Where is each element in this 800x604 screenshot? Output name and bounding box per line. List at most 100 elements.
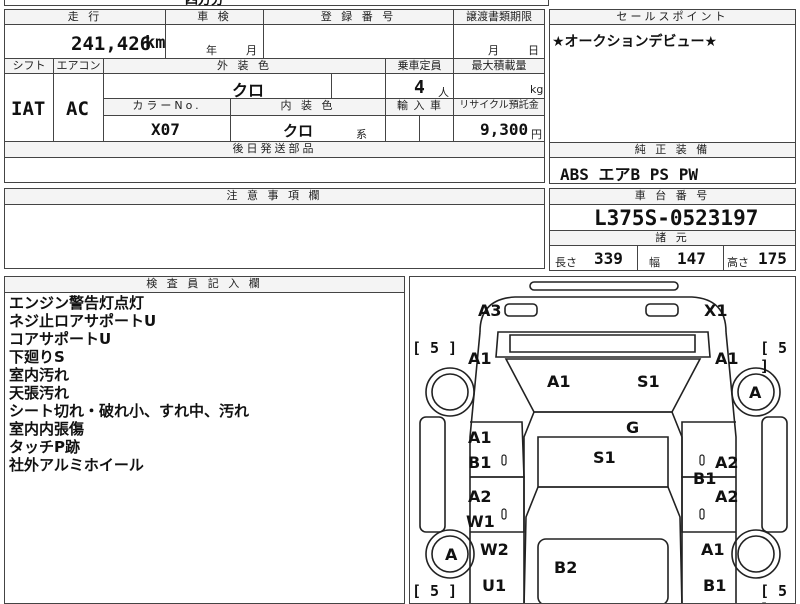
exterior-color-cell: クロ bbox=[103, 73, 332, 100]
tire-count-rr: [ 5 ] bbox=[760, 582, 788, 603]
damage-mark: B1 bbox=[468, 453, 492, 472]
recycle-value: 9,300 bbox=[480, 120, 529, 139]
damage-mark: U1 bbox=[482, 576, 507, 595]
inspector-header: 検 査 員 記 入 欄 bbox=[4, 276, 405, 293]
damage-mark: A1 bbox=[701, 540, 725, 559]
damage-mark: A bbox=[749, 383, 762, 402]
chassis-value: L375S-0523197 bbox=[594, 206, 759, 230]
sales-point-header: セールスポイント bbox=[549, 9, 796, 25]
later-parts-cell bbox=[4, 157, 545, 183]
mileage-value: 241,426 bbox=[71, 33, 152, 55]
mileage-cell: 241,426 km bbox=[4, 24, 166, 59]
exterior-color-extra bbox=[331, 73, 386, 99]
damage-mark: S1 bbox=[637, 372, 660, 391]
remark-item: エンジン警告灯点灯 bbox=[9, 294, 145, 312]
mileage-header: 走 行 bbox=[4, 9, 166, 25]
damage-mark: B1 bbox=[703, 576, 727, 595]
inspection-header: 車 検 bbox=[165, 9, 264, 25]
sales-point-cell: ★オークションデビュー★ bbox=[549, 24, 796, 143]
tire-count-fl: [ 5 ] bbox=[412, 339, 458, 357]
transfer-header: 譲渡書類期限 bbox=[453, 9, 545, 25]
exterior-color-header: 外 装 色 bbox=[103, 58, 386, 74]
interior-color-header: 内 装 色 bbox=[230, 98, 386, 116]
transfer-cell: 月 日 bbox=[453, 24, 545, 59]
spec-height-label: 高さ bbox=[727, 256, 749, 269]
max-load-header: 最大積載量 bbox=[453, 58, 545, 74]
inspection-month-unit: 月 bbox=[246, 44, 257, 57]
damage-mark: A1 bbox=[715, 349, 739, 368]
notes-header: 注 意 事 項 欄 bbox=[4, 188, 545, 205]
inspector-cell: エンジン警告灯点灯 ネジ止ロアサポートU コアサポートU 下廻りS 室内汚れ 天… bbox=[4, 292, 405, 604]
capacity-header: 乗車定員 bbox=[385, 58, 454, 74]
capacity-value: 4 bbox=[414, 77, 425, 98]
damage-mark: A2 bbox=[715, 487, 739, 506]
genuine-equipment-header: 純 正 装 備 bbox=[549, 142, 796, 158]
genuine-equipment-value: ABS エアB PS PW bbox=[560, 165, 698, 184]
transfer-day-unit: 日 bbox=[528, 44, 539, 57]
damage-mark: W2 bbox=[480, 540, 509, 559]
remark-item: タッチP跡 bbox=[9, 438, 80, 456]
aircon-value: AC bbox=[66, 98, 89, 120]
shift-value: IAT bbox=[11, 98, 46, 120]
inspection-year-unit: 年 bbox=[206, 44, 217, 57]
aircon-header: エアコン bbox=[53, 58, 104, 74]
registration-cell bbox=[263, 24, 454, 59]
spec-height: 高さ 175 bbox=[724, 246, 796, 270]
recycle-cell: 9,300 円 bbox=[453, 115, 545, 142]
notes-cell bbox=[4, 204, 545, 269]
aircon-cell: AC bbox=[53, 73, 104, 142]
tire-count-fr: [ 5 ] bbox=[760, 339, 788, 375]
registration-header: 登 録 番 号 bbox=[263, 9, 454, 25]
damage-mark: B1 bbox=[693, 469, 717, 488]
remark-item: 社外アルミホイール bbox=[9, 456, 144, 474]
top-partial-text: 四方分 bbox=[185, 0, 225, 8]
inspection-cell: 年 月 bbox=[165, 24, 264, 59]
inspector-remarks-list: エンジン警告灯点灯 ネジ止ロアサポートU コアサポートU 下廻りS 室内汚れ 天… bbox=[9, 294, 249, 474]
damage-mark: B2 bbox=[554, 558, 578, 577]
spec-height-value: 175 bbox=[758, 249, 787, 268]
import-cell-left bbox=[385, 115, 420, 142]
remark-item: ネジ止ロアサポートU bbox=[9, 312, 157, 330]
remark-item: 室内汚れ bbox=[9, 366, 70, 384]
chassis-cell: L375S-0523197 bbox=[549, 204, 796, 231]
damage-mark: A2 bbox=[468, 487, 492, 506]
remark-item: コアサポートU bbox=[9, 330, 112, 348]
chassis-header: 車 台 番 号 bbox=[549, 188, 796, 205]
damage-mark: W1 bbox=[466, 512, 495, 531]
damage-mark: A bbox=[445, 545, 458, 564]
shift-header: シフト bbox=[4, 58, 54, 74]
capacity-cell: 4 人 bbox=[385, 73, 454, 99]
remark-item: 下廻りS bbox=[9, 348, 65, 366]
damage-mark: S1 bbox=[593, 448, 616, 467]
genuine-equipment-cell: ABS エアB PS PW bbox=[549, 157, 796, 184]
import-cell-right bbox=[419, 115, 454, 142]
damage-mark: A2 bbox=[715, 453, 739, 472]
max-load-cell: kg bbox=[453, 73, 545, 99]
damage-mark: A1 bbox=[547, 372, 571, 391]
damage-mark: X1 bbox=[704, 301, 728, 320]
later-parts-header: 後日発送部品 bbox=[4, 141, 545, 158]
remark-item: 室内内張傷 bbox=[9, 420, 85, 438]
specs-header: 諸 元 bbox=[549, 230, 796, 246]
color-no-value: X07 bbox=[151, 120, 180, 139]
sales-point-text: ★オークションデビュー★ bbox=[552, 34, 718, 50]
spec-length-value: 339 bbox=[594, 249, 623, 268]
damage-mark: G bbox=[626, 418, 640, 437]
specs-cell: 長さ 339 幅 147 高さ 175 bbox=[549, 245, 796, 271]
remark-item: シート切れ・破れ小、すれ中、汚れ bbox=[9, 402, 250, 420]
spec-width-label: 幅 bbox=[649, 256, 660, 269]
top-partial-row: 四方分 bbox=[4, 0, 549, 8]
spec-length: 長さ 339 bbox=[550, 246, 638, 270]
import-header: 輸 入 車 bbox=[385, 98, 454, 116]
remark-item: 天張汚れ bbox=[9, 384, 70, 402]
spec-width: 幅 147 bbox=[637, 246, 724, 270]
interior-color-suffix: 系 bbox=[356, 128, 367, 141]
damage-mark: A1 bbox=[468, 349, 492, 368]
spec-length-label: 長さ bbox=[555, 256, 577, 269]
color-no-header: カラーNo. bbox=[103, 98, 231, 116]
transfer-month-unit: 月 bbox=[488, 44, 499, 57]
interior-color-value: クロ bbox=[283, 122, 314, 140]
max-load-unit: kg bbox=[530, 83, 544, 96]
color-no-cell: X07 bbox=[103, 115, 231, 142]
tire-count-rl: [ 5 ] bbox=[412, 582, 458, 600]
